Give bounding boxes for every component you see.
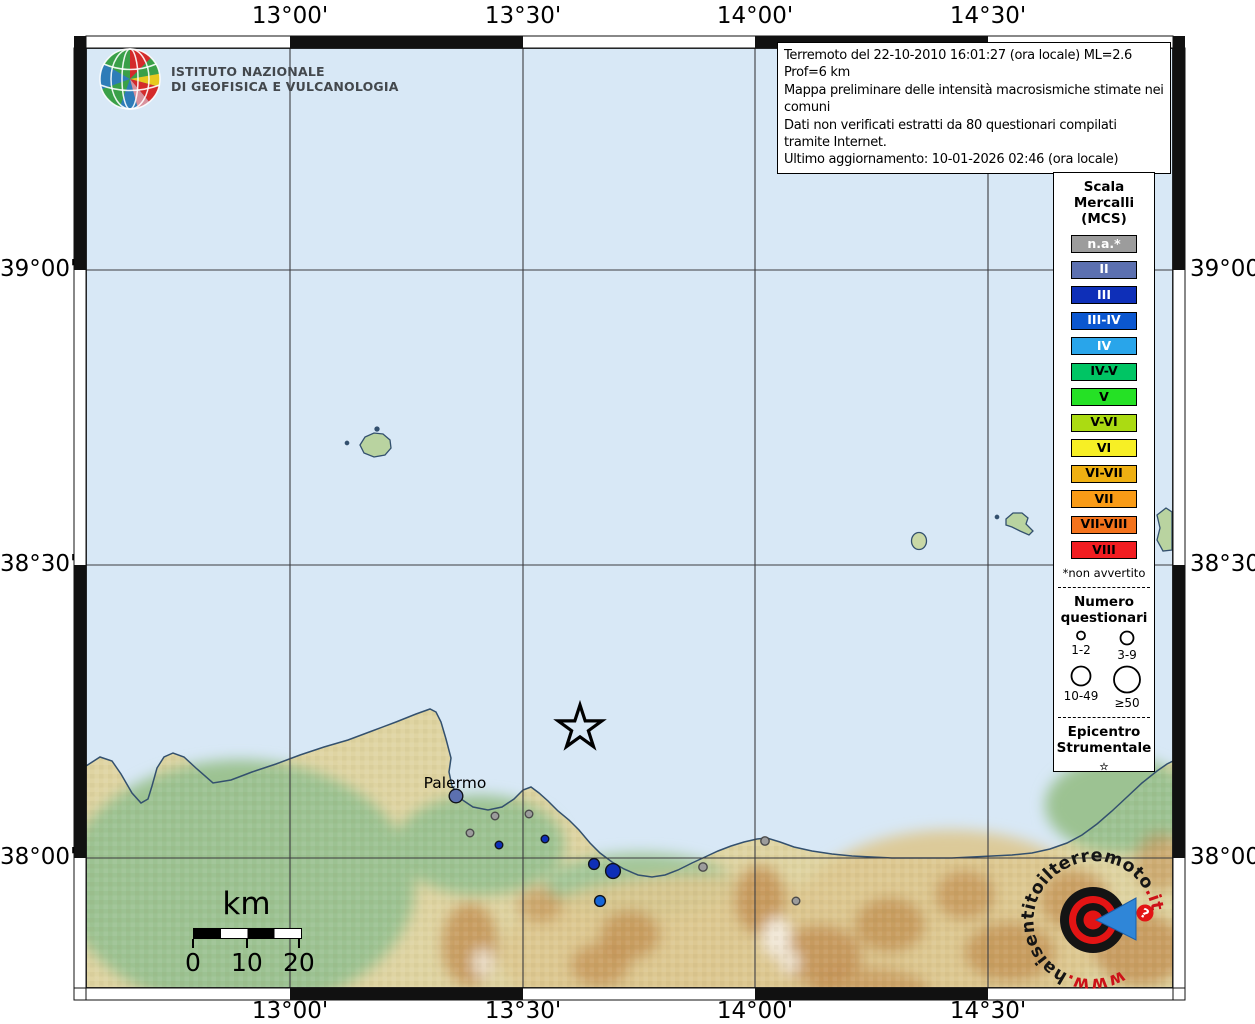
mercalli-chip-vii-viii: VII-VIII — [1071, 516, 1137, 534]
mercalli-chip-v-vi: V-VI — [1071, 414, 1137, 432]
intensity-dot-n.a. — [699, 863, 707, 871]
mercalli-chip-vii: VII — [1071, 490, 1137, 508]
legend-separator — [1058, 717, 1150, 718]
axis-label-left-1: 38°30' — [0, 551, 64, 577]
info-line-data-source: Dati non verificati estratti da 80 quest… — [784, 117, 1164, 152]
macroseismic-map-page: 13°00' 13°30' 14°00' 14°30' 13°00' 13°30' 14°0… — [0, 0, 1255, 1024]
info-line-map-type: Mappa preliminare delle intensità macros… — [784, 82, 1164, 117]
axis-label-bottom-1: 13°30' — [468, 998, 578, 1024]
mercalli-chip-vi: VI — [1071, 439, 1137, 457]
mercalli-chip-ii: II — [1071, 261, 1137, 279]
legend-panel: Scala Mercalli (MCS) n.a.*IIIIIIII-IVIVI… — [1053, 172, 1155, 772]
axis-label-top-1: 13°30' — [468, 3, 578, 29]
scale-label-0: 0 — [185, 948, 201, 977]
haisentitoilterremoto-logo: ? www.haisentitoilterremoto.it — [1005, 840, 1195, 1020]
scale-tick — [298, 939, 300, 948]
axis-label-left-0: 39°00' — [0, 256, 64, 282]
mercalli-chip-viii: VIII — [1071, 541, 1137, 559]
scale-label-10: 10 — [231, 948, 263, 977]
axis-label-bottom-2: 14°00' — [700, 998, 810, 1024]
scale-tick — [246, 939, 248, 948]
axis-label-top-3: 14°30' — [933, 3, 1043, 29]
intensity-dot-n.a. — [525, 810, 533, 818]
mercalli-chip-iv-v: IV-V — [1071, 363, 1137, 381]
mercalli-chip-n.a.*: n.a.* — [1071, 235, 1137, 253]
epicenter-star-icon — [1091, 762, 1117, 771]
intensity-dot-III — [589, 859, 600, 870]
axis-label-right-2: 38°00' — [1190, 844, 1255, 870]
legend-title-line2: Mercalli — [1074, 195, 1134, 211]
ingv-globe-icon — [98, 47, 162, 111]
axis-label-bottom-0: 13°00' — [235, 998, 345, 1024]
intensity-dot-III — [541, 835, 549, 843]
intensity-dot-n.a. — [792, 897, 800, 905]
mercalli-chip-iv: IV — [1071, 337, 1137, 355]
axis-label-right-0: 39°00' — [1190, 256, 1255, 282]
questionnaire-size-key: 1-23-910-49≥50 — [1058, 629, 1150, 710]
intensity-dot-n.a. — [491, 812, 499, 820]
scale-bar: km 0 10 20 — [193, 886, 303, 978]
mercalli-chip-vi-vii: VI-VII — [1071, 465, 1137, 483]
epicenter-title-line2: Strumentale — [1057, 740, 1152, 756]
city-label-palermo: Palermo — [420, 774, 490, 792]
legend-separator — [1058, 587, 1150, 588]
intensity-dot-n.a. — [761, 837, 769, 845]
ingv-logo: ISTITUTO NAZIONALE DI GEOFISICA E VULCAN… — [98, 46, 418, 112]
axis-label-top-2: 14°00' — [700, 3, 810, 29]
axis-label-top-0: 13°00' — [235, 3, 345, 29]
mercalli-chip-v: V — [1071, 388, 1137, 406]
info-line-updated: Ultimo aggiornamento: 10-01-2026 02:46 (… — [784, 151, 1164, 168]
earthquake-info-box: Terremoto del 22-10-2010 16:01:27 (ora l… — [777, 42, 1171, 174]
axis-label-left-2: 38°00' — [0, 844, 64, 870]
questionnaire-title-line1: Numero — [1074, 594, 1134, 610]
axis-label-right-1: 38°30' — [1190, 551, 1255, 577]
watermark-www: www. — [1063, 966, 1128, 994]
ingv-name-line1: ISTITUTO NAZIONALE — [171, 64, 399, 79]
intensity-dot-n.a. — [466, 829, 474, 837]
intensity-dot-III — [495, 841, 503, 849]
questionnaire-title-line2: questionari — [1061, 610, 1148, 626]
legend-title-line3: (MCS) — [1081, 211, 1127, 227]
scale-bar-segments — [193, 928, 302, 939]
scale-bar-unit: km — [193, 886, 300, 922]
mercalli-chip-iii: III — [1071, 286, 1137, 304]
epicenter-title-line1: Epicentro — [1068, 724, 1141, 740]
legend-footnote: *non avvertito — [1063, 566, 1146, 580]
intensity-dot-III — [606, 864, 621, 879]
questionnaire-size-10-49: 10-49 — [1061, 664, 1101, 710]
mercalli-chip-iii-iv: III-IV — [1071, 312, 1137, 330]
questionnaire-size-3-9: 3-9 — [1107, 629, 1147, 662]
ingv-name-line2: DI GEOFISICA E VULCANOLOGIA — [171, 79, 399, 94]
scale-tick — [192, 939, 194, 948]
scale-label-20: 20 — [283, 948, 315, 977]
intensity-dot-III-IV — [595, 896, 606, 907]
questionnaire-size-≥50: ≥50 — [1107, 664, 1147, 710]
info-line-event: Terremoto del 22-10-2010 16:01:27 (ora l… — [784, 47, 1164, 82]
questionnaire-size-1-2: 1-2 — [1061, 629, 1101, 662]
legend-title-line1: Scala — [1084, 179, 1125, 195]
mercalli-scale-chips: n.a.*IIIIIIII-IVIVIV-VVV-VIVIVI-VIIVIIVI… — [1071, 235, 1137, 559]
